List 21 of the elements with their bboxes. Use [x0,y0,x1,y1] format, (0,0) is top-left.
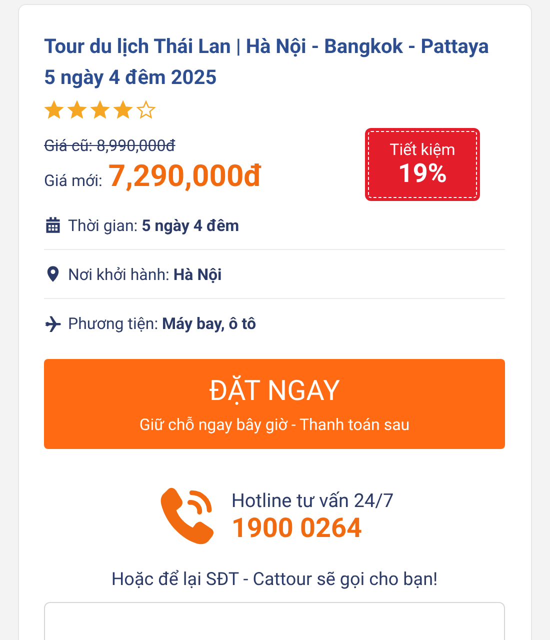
discount-label: Tiết kiệm [390,140,456,159]
empty-star-icon [136,100,156,120]
callback-text: Hoặc để lại SĐT - Cattour sẽ gọi cho bạn! [110,569,439,590]
phone-input-field[interactable] [44,602,505,640]
new-price-label: Giá mới: [44,171,102,190]
hotline-label: Hotline tư vấn 24/7 [231,488,394,512]
tour-title: Tour du lịch Thái Lan | Hà Nội - Bangkok - Pattaya 5 ngày 4 đêm 2025 [44,33,490,91]
star-icon [90,100,110,120]
star-icon [44,100,64,120]
airplane-icon [44,314,62,332]
star-icon [113,100,133,120]
book-now-button[interactable]: ĐẶT NGAY Giữ chỗ ngay bây giờ - Thanh toán sau [44,359,505,449]
calendar-icon [44,216,62,234]
new-price: 7,290,000đ [108,159,263,194]
old-price: Giá cũ: 8,990,000đ [44,136,176,155]
detail-text: Phương tiện: Máy bay, ô tô [68,314,256,332]
detail-text: Nơi khởi hành: Hà Nội [68,264,222,284]
discount-value: 19% [398,159,448,189]
star-icon [67,100,87,120]
detail-text: Thời gian: 5 ngày 4 đêm [68,216,240,234]
hotline-number[interactable]: 1900 0264 [231,512,394,544]
